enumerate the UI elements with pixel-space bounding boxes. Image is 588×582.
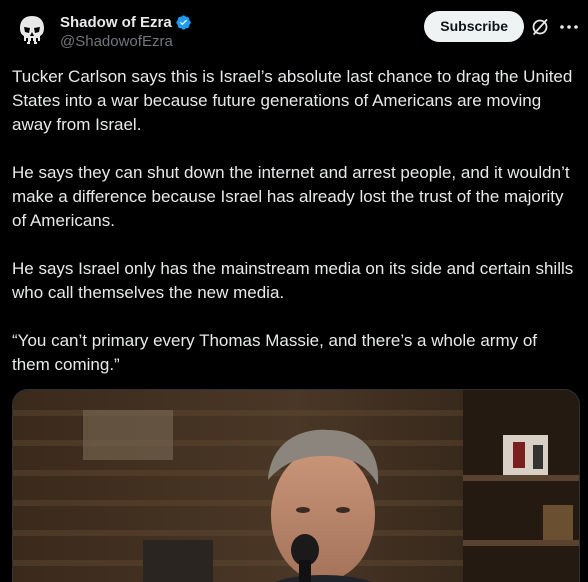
avatar[interactable] — [12, 10, 52, 50]
post-paragraph: He says Israel only has the mainstream m… — [12, 259, 574, 302]
grok-slash-icon[interactable] — [530, 17, 550, 37]
subscribe-button[interactable]: Subscribe — [424, 11, 524, 42]
more-dots-icon[interactable] — [558, 17, 580, 37]
video-frame-image — [13, 390, 579, 582]
author-names: Shadow of Ezra @ShadowofEzra — [60, 12, 192, 50]
verified-badge-icon[interactable] — [175, 14, 192, 31]
display-name[interactable]: Shadow of Ezra — [60, 14, 172, 31]
display-name-row: Shadow of Ezra — [60, 12, 192, 32]
post-paragraph: He says they can shut down the internet … — [12, 163, 570, 230]
handle[interactable]: @ShadowofEzra — [60, 33, 192, 50]
post-paragraph: Tucker Carlson says this is Israel’s abs… — [12, 67, 573, 134]
post: Shadow of Ezra @ShadowofEzra Subscribe T… — [0, 0, 588, 582]
post-paragraph: “You can’t primary every Thomas Massie, … — [12, 331, 538, 374]
post-text: Tucker Carlson says this is Israel’s abs… — [12, 65, 574, 401]
video-thumbnail[interactable] — [12, 389, 580, 582]
post-header: Shadow of Ezra @ShadowofEzra Subscribe — [12, 10, 580, 54]
skull-icon — [12, 10, 52, 50]
